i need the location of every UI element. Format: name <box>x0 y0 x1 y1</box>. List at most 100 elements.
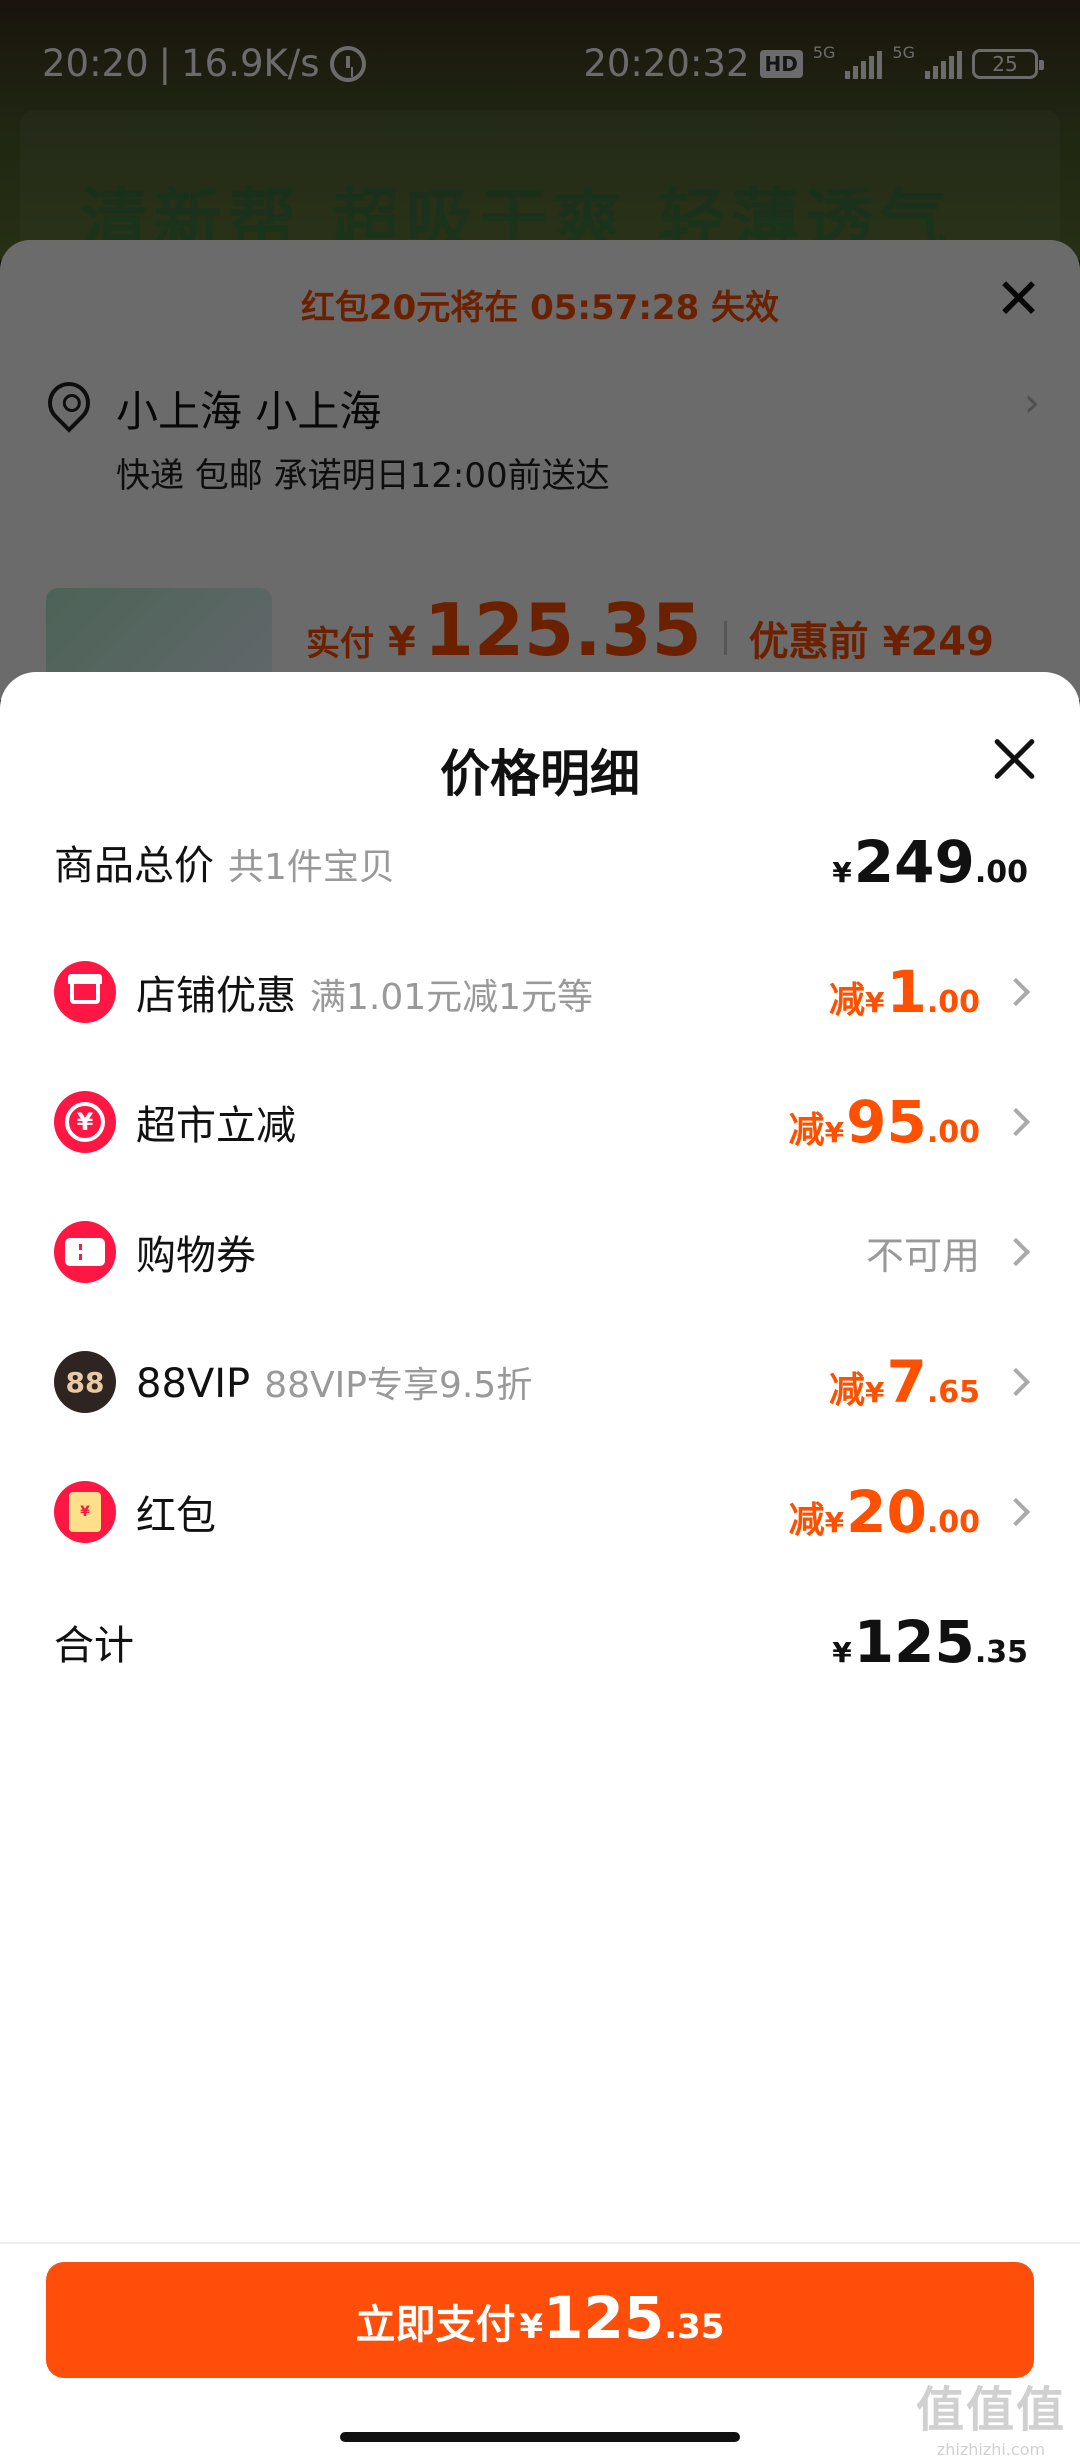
signal-icon <box>845 49 883 79</box>
row-grand-total: 合计 ¥ 125 .35 <box>0 1592 1080 1692</box>
footer-divider <box>0 2242 1080 2244</box>
delivery-info: 快递 包邮 承诺明日12:00前送达 <box>116 456 610 496</box>
chevron-right-icon[interactable] <box>1001 1237 1031 1267</box>
location-pin-icon <box>39 373 99 433</box>
status-speed: 16.9K/s <box>181 42 320 85</box>
vip-rule: 88VIP专享9.5折 <box>264 1365 533 1406</box>
red-packet-countdown: 红包20元将在 05:57:28 失效 <box>300 288 780 328</box>
network-5g-label-2: 5G <box>892 42 915 62</box>
row-red-envelope[interactable]: ¥ 红包 减 ¥ 20 .00 <box>0 1462 1080 1562</box>
alarm-icon <box>329 45 366 82</box>
yen-symbol: ¥ <box>865 986 885 1019</box>
vip-88-icon: 88 <box>54 1351 116 1413</box>
chevron-right-icon[interactable] <box>1001 1107 1031 1137</box>
row-label: 88VIP 88VIP专享9.5折 <box>136 1356 532 1408</box>
row-label: 店铺优惠 满1.01元减1元等 <box>136 963 593 1021</box>
chevron-right-icon[interactable] <box>1001 1497 1031 1527</box>
amount-decimal: .00 <box>926 1505 980 1540</box>
store-discount-rule: 满1.01元减1元等 <box>310 977 594 1018</box>
store-discount-label: 店铺优惠 <box>136 973 296 1019</box>
minus-prefix: 减 <box>788 1110 825 1151</box>
amount-decimal: .00 <box>926 985 980 1020</box>
total-value: ¥ 125 .35 <box>832 1608 1028 1676</box>
watermark-logo: 值值值 <box>915 2382 1066 2438</box>
pay-label: 立即支付 <box>355 2302 516 2348</box>
amount-integer: 249 <box>853 828 975 896</box>
status-time: 20:20 <box>42 42 149 85</box>
pay-amount-integer: 125 <box>543 2284 665 2352</box>
status-bar: 20:20 | 16.9K/s 20:20:32 HD 5G 5G 25 <box>0 0 1080 130</box>
coupon-label: 购物券 <box>136 1233 256 1279</box>
row-supermarket-discount[interactable]: ¥ 超市立减 减 ¥ 95 .00 <box>0 1072 1080 1172</box>
hd-icon: HD <box>759 49 803 78</box>
paid-summary: 实付 ¥ 125.35 优惠前 ¥249 <box>306 588 994 672</box>
amount-decimal: .00 <box>974 855 1028 890</box>
amount-integer: 125 <box>853 1608 975 1676</box>
order-close-icon[interactable]: ✕ <box>995 272 1042 328</box>
paid-yen: ¥ <box>388 619 416 665</box>
home-indicator[interactable] <box>340 2432 740 2442</box>
store-discount-value: 减 ¥ 1 .00 <box>829 958 980 1026</box>
divider <box>723 621 727 655</box>
yen-symbol: ¥ <box>832 856 852 889</box>
pre-discount-price: 优惠前 ¥249 <box>748 619 994 665</box>
amount-integer: 20 <box>846 1478 927 1546</box>
store-icon <box>54 961 116 1023</box>
yen-symbol: ¥ <box>824 1116 845 1149</box>
paid-amount: 125.35 <box>423 588 702 672</box>
amount-integer: 95 <box>846 1088 927 1156</box>
row-label: 购物券 <box>136 1223 256 1281</box>
amount-decimal: .00 <box>926 1115 980 1150</box>
supermarket-discount-label: 超市立减 <box>136 1103 296 1149</box>
supermarket-discount-value: 减 ¥ 95 .00 <box>789 1088 980 1156</box>
chevron-right-icon[interactable] <box>1001 977 1031 1007</box>
watermark: 值值值 zhizhizhi.com <box>916 2370 1066 2459</box>
row-label: 红包 <box>136 1483 216 1541</box>
minus-prefix: 减 <box>828 1370 865 1411</box>
row-goods-total: 商品总价 共1件宝贝 ¥ 249 .00 <box>0 812 1080 912</box>
pay-yen: ¥ <box>519 2307 544 2347</box>
red-envelope-value: 减 ¥ 20 .00 <box>789 1478 980 1546</box>
close-icon[interactable] <box>992 736 1036 780</box>
goods-count: 共1件宝贝 <box>228 847 395 888</box>
yen-symbol: ¥ <box>865 1376 885 1409</box>
row-label: 商品总价 共1件宝贝 <box>54 833 395 891</box>
amount-decimal: .65 <box>926 1375 980 1410</box>
red-envelope-icon: ¥ <box>54 1481 116 1543</box>
row-store-discount[interactable]: 店铺优惠 满1.01元减1元等 减 ¥ 1 .00 <box>0 942 1080 1042</box>
yen-symbol: ¥ <box>824 1506 845 1539</box>
minus-prefix: 减 <box>788 1500 825 1541</box>
total-label: 合计 <box>54 1623 134 1669</box>
row-88vip[interactable]: 88 88VIP 88VIP专享9.5折 减 ¥ 7 .65 <box>0 1332 1080 1432</box>
pay-now-button[interactable]: 立即支付 ¥ 125 .35 <box>46 2262 1034 2378</box>
minus-prefix: 减 <box>828 980 865 1021</box>
vip-discount-value: 减 ¥ 7 .65 <box>829 1348 980 1416</box>
sheet-title: 价格明细 <box>440 745 640 803</box>
price-detail-sheet: 价格明细 商品总价 共1件宝贝 ¥ 249 .00 店铺优惠 满1.01元减1元等 … <box>0 672 1080 2460</box>
chevron-right-icon[interactable] <box>1001 1367 1031 1397</box>
pay-amount-decimal: .35 <box>664 2307 725 2347</box>
signal-icon-2 <box>925 49 962 79</box>
amount-integer: 1 <box>886 958 927 1026</box>
red-envelope-label: 红包 <box>136 1493 216 1539</box>
envelope-glyph: ¥ <box>69 1492 101 1532</box>
row-label: 超市立减 <box>136 1093 296 1151</box>
order-confirm-sheet: 红包20元将在 05:57:28 失效 ✕ 小上海 小上海 快递 包邮 承诺明日… <box>0 240 1080 700</box>
network-5g-label: 5G <box>812 42 836 62</box>
amount-decimal: .35 <box>974 1635 1028 1670</box>
yen-symbol: ¥ <box>832 1636 852 1669</box>
goods-total-value: ¥ 249 .00 <box>832 828 1028 896</box>
paid-label: 实付 <box>306 624 374 664</box>
ticket-icon <box>54 1221 116 1283</box>
chevron-right-icon[interactable]: › <box>1024 380 1040 426</box>
status-clock: 20:20:32 <box>583 42 750 85</box>
status-divider: | <box>158 42 172 85</box>
yen-coin-icon: ¥ <box>54 1091 116 1153</box>
coupon-status: 不可用 <box>865 1233 980 1278</box>
watermark-url: zhizhizhi.com <box>936 2440 1046 2459</box>
amount-integer: 7 <box>886 1348 927 1416</box>
row-shopping-coupon[interactable]: 购物券 不可用 <box>0 1202 1080 1302</box>
address-name[interactable]: 小上海 小上海 <box>116 378 381 439</box>
vip-label: 88VIP <box>136 1361 251 1407</box>
goods-total-label: 商品总价 <box>54 843 214 889</box>
